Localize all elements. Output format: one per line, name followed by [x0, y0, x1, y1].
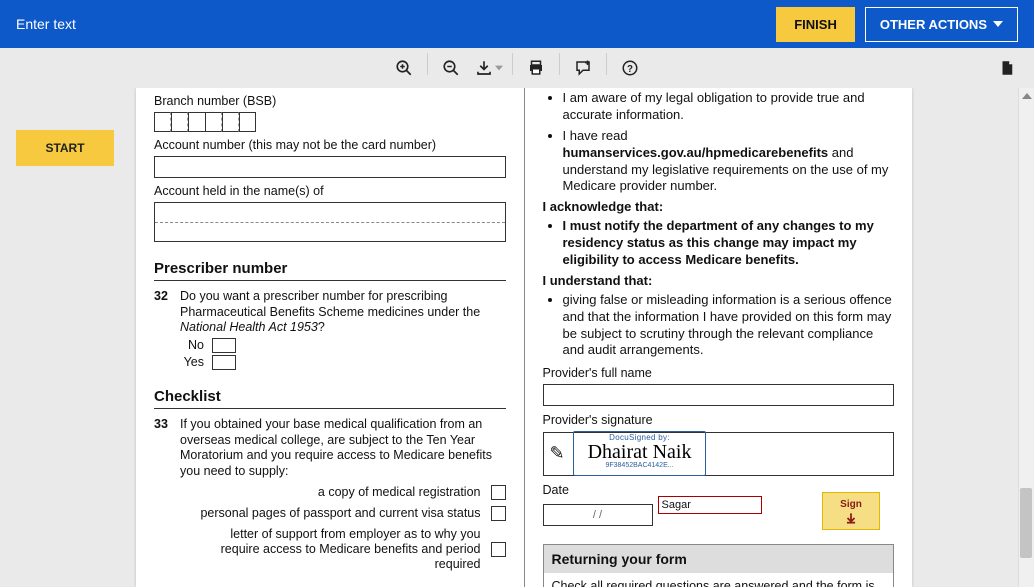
viewer-toolbar: ?	[0, 48, 1034, 88]
document-canvas: START Branch number (BSB) Account number…	[0, 88, 1034, 587]
other-actions-button[interactable]: OTHER ACTIONS	[865, 7, 1018, 42]
comment-button[interactable]	[564, 53, 602, 83]
checklist-heading: Checklist	[154, 388, 506, 409]
checklist-1-checkbox[interactable]	[491, 485, 506, 500]
checklist-item-1: a copy of medical registration	[318, 485, 481, 500]
vertical-scrollbar[interactable]	[1018, 88, 1034, 587]
print-button[interactable]	[517, 53, 555, 83]
scroll-up-icon[interactable]	[1019, 88, 1034, 104]
signer-tag[interactable]: Sagar	[658, 496, 762, 514]
understand-item: giving false or misleading information i…	[563, 292, 895, 360]
arrow-down-icon	[844, 511, 858, 525]
app-header: Enter text FINISH OTHER ACTIONS	[0, 0, 1034, 48]
zoom-out-button[interactable]	[432, 53, 470, 83]
q33-number: 33	[154, 417, 174, 480]
declare-item-1: I am aware of my legal obligation to pro…	[563, 90, 895, 124]
download-button[interactable]	[470, 53, 508, 83]
page-left: Branch number (BSB) Account number (this…	[136, 88, 525, 587]
signature-field[interactable]: ✎ DocuSigned by: Dhairat Naik 9F38452BAC…	[543, 432, 895, 476]
bsb-field[interactable]	[154, 112, 506, 132]
page-right: I am aware of my legal obligation to pro…	[525, 88, 913, 587]
zoom-in-button[interactable]	[385, 53, 423, 83]
zoom-in-icon	[395, 59, 413, 77]
no-label: No	[180, 338, 204, 352]
pen-icon: ✎	[550, 442, 565, 465]
finish-button[interactable]: FINISH	[776, 7, 855, 42]
account-holder-label: Account held in the name(s) of	[154, 184, 506, 198]
prescriber-heading: Prescriber number	[154, 260, 506, 281]
account-holder-field[interactable]	[154, 202, 506, 242]
docusign-stamp: DocuSigned by: Dhairat Naik 9F38452BAC41…	[573, 431, 707, 476]
q32-text: Do you want a prescriber number for pres…	[180, 289, 506, 336]
returning-heading: Returning your form	[544, 545, 894, 573]
caret-down-icon	[495, 64, 503, 72]
fullname-field[interactable]	[543, 384, 895, 406]
page-spread: Branch number (BSB) Account number (this…	[136, 88, 912, 587]
checklist-3-checkbox[interactable]	[491, 542, 506, 557]
returning-form-box: Returning your form Check all required q…	[543, 544, 895, 587]
fullname-label: Provider's full name	[543, 365, 895, 381]
yes-label: Yes	[180, 355, 204, 369]
q32-number: 32	[154, 289, 174, 336]
svg-text:?: ?	[627, 64, 633, 75]
help-icon: ?	[621, 59, 639, 77]
ack-heading: I acknowledge that:	[543, 199, 895, 216]
checklist-2-checkbox[interactable]	[491, 506, 506, 521]
document-panel-button[interactable]	[988, 53, 1026, 83]
caret-down-icon	[993, 19, 1003, 29]
checklist-item-2: personal pages of passport and current v…	[200, 506, 480, 521]
q33-text: If you obtained your base medical qualif…	[180, 417, 506, 480]
download-icon	[475, 59, 493, 77]
date-field[interactable]: / /	[543, 504, 653, 526]
start-button[interactable]: START	[16, 130, 114, 166]
signature-label: Provider's signature	[543, 412, 895, 428]
print-icon	[527, 59, 545, 77]
help-button[interactable]: ?	[611, 53, 649, 83]
yes-checkbox[interactable]	[212, 355, 236, 370]
signature-name: Dhairat Naik	[588, 442, 692, 462]
bsb-label: Branch number (BSB)	[154, 94, 506, 108]
returning-line-1: Check all required questions are answere…	[552, 578, 886, 587]
other-actions-label: OTHER ACTIONS	[880, 17, 987, 32]
checklist-item-3: letter of support from employer as to wh…	[201, 527, 481, 572]
comment-icon	[574, 59, 592, 77]
document-icon	[998, 59, 1016, 77]
declare-item-2: I have read humanservices.gov.au/hpmedic…	[563, 128, 895, 196]
account-number-field[interactable]	[154, 156, 506, 178]
scroll-thumb[interactable]	[1020, 488, 1032, 558]
no-checkbox[interactable]	[212, 338, 236, 353]
sign-here-badge[interactable]: Sign	[822, 492, 880, 530]
ack-item: I must notify the department of any chan…	[563, 218, 895, 269]
header-enter-text: Enter text	[16, 16, 76, 32]
account-number-label: Account number (this may not be the card…	[154, 138, 506, 152]
understand-heading: I understand that:	[543, 273, 895, 290]
zoom-out-icon	[442, 59, 460, 77]
